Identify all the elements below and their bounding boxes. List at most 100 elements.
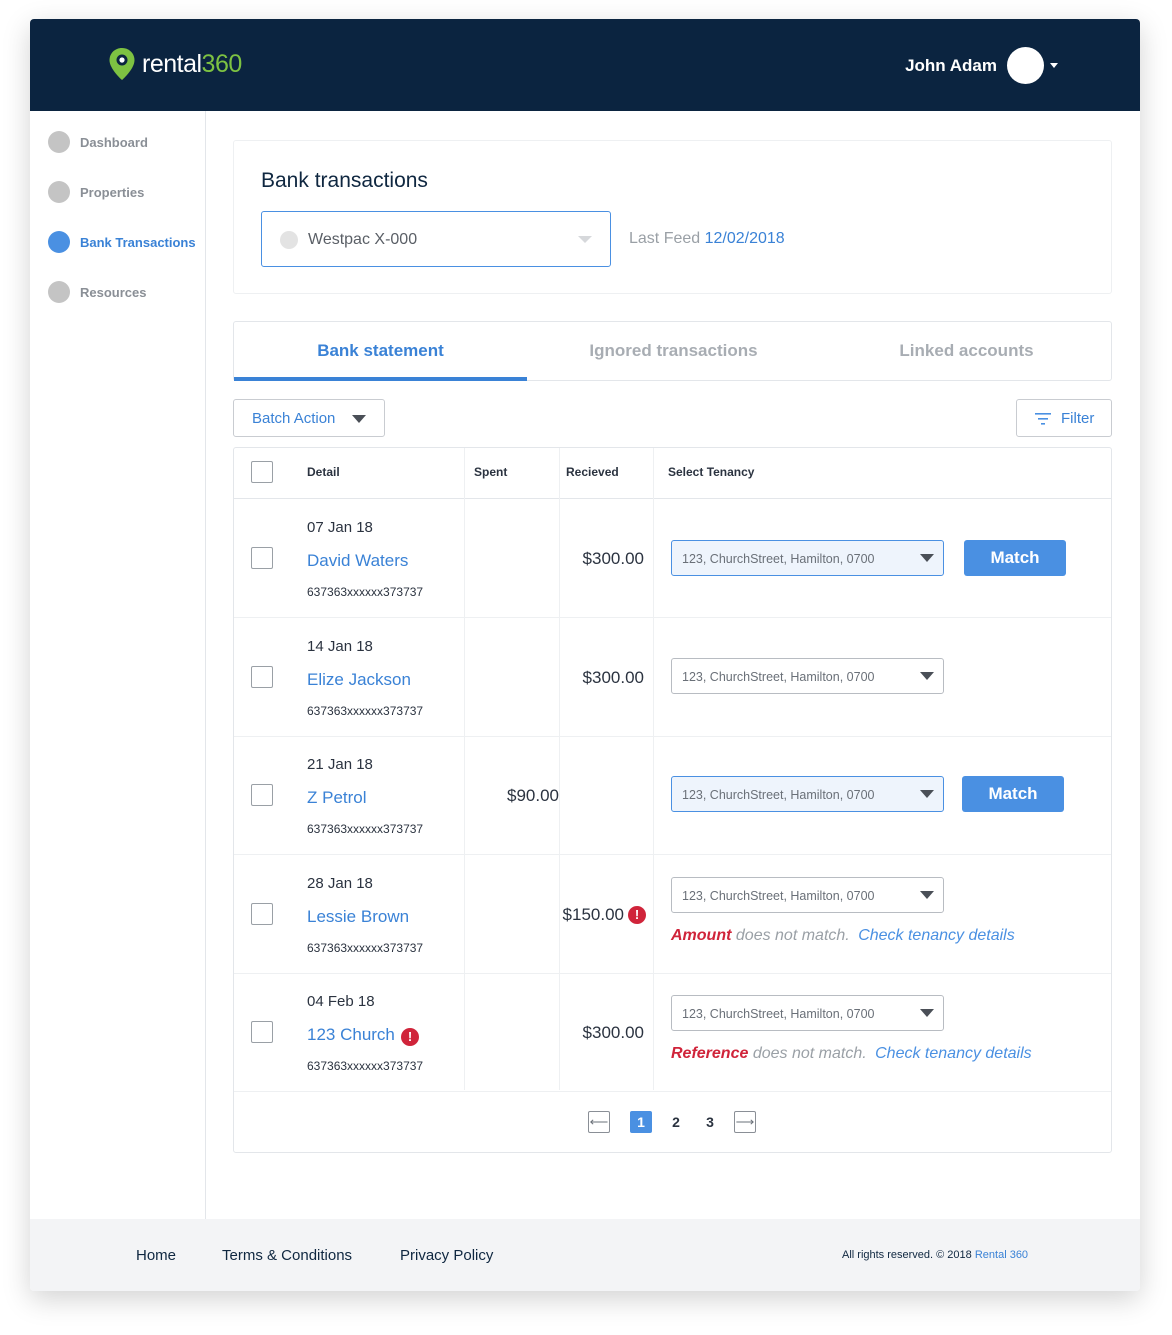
transactions-table: Detail Spent Recieved Select Tenancy 07 … [233,447,1112,1153]
tab-label: Linked accounts [899,341,1034,360]
footer-link-home[interactable]: Home [136,1247,176,1264]
tenancy-select[interactable]: 123, ChurchStreet, Hamilton, 0700 [671,540,944,576]
row-checkbox[interactable] [251,903,273,925]
filter-button[interactable]: Filter [1016,399,1112,437]
bank-transactions-icon [48,231,70,253]
column-header-select-tenancy: Select Tenancy [668,465,755,479]
mismatch-warning: Reference does not match. Check tenancy … [671,1045,1032,1063]
check-tenancy-link[interactable]: Check tenancy details [875,1045,1032,1062]
last-feed-label: Last Feed [629,230,701,247]
sidebar: Dashboard Properties Bank Transactions R… [30,111,206,1219]
received-amount: $300.00 [582,549,644,568]
pagination: ⟵ 1 2 3 ⟶ [234,1105,1111,1135]
caret-down-icon [920,554,934,562]
caret-down-icon [920,1009,934,1017]
payee-link[interactable]: Z Petrol [307,788,367,808]
avatar[interactable] [1007,47,1044,84]
tenancy-select[interactable]: 123, ChurchStreet, Hamilton, 0700 [671,877,944,913]
table-row: 28 Jan 18 Lessie Brown 637363xxxxxx37373… [234,855,1111,974]
resources-icon [48,281,70,303]
caret-down-icon[interactable] [1050,63,1058,68]
copyright: All rights reserved. © 2018 Rental 360 [842,1249,1028,1261]
payee-link[interactable]: 123 Church [307,1025,395,1045]
match-button[interactable]: Match [962,776,1064,812]
footer-link-terms[interactable]: Terms & Conditions [222,1247,352,1264]
sidebar-item-label: Bank Transactions [80,234,196,250]
column-header-received: Recieved [566,465,619,479]
row-checkbox[interactable] [251,784,273,806]
transaction-reference: 637363xxxxxx373737 [307,704,424,718]
top-navbar: rental360 John Adam [30,19,1140,111]
check-tenancy-link[interactable]: Check tenancy details [858,927,1015,944]
table-row: 21 Jan 18 Z Petrol 637363xxxxxx373737 $9… [234,736,1111,855]
sidebar-item-properties[interactable]: Properties [48,181,144,203]
payee-link[interactable]: Elize Jackson [307,670,411,690]
tab-ignored-transactions[interactable]: Ignored transactions [527,322,820,380]
user-menu[interactable]: John Adam [905,47,1058,84]
footer: Home Terms & Conditions Privacy Policy A… [30,1219,1140,1291]
copyright-text: All rights reserved. © 2018 [842,1249,972,1261]
table-row: 14 Jan 18 Elize Jackson 637363xxxxxx3737… [234,618,1111,737]
page-3[interactable]: 3 [699,1111,721,1133]
tab-linked-accounts[interactable]: Linked accounts [820,322,1113,380]
page-title: Bank transactions [261,169,428,192]
tenancy-value: 123, ChurchStreet, Hamilton, 0700 [682,552,875,566]
page-2[interactable]: 2 [665,1111,687,1133]
received-amount: $150.00 [562,905,624,924]
alert-icon: ! [628,906,646,924]
transaction-reference: 637363xxxxxx373737 [307,822,424,836]
footer-link-privacy[interactable]: Privacy Policy [400,1247,493,1264]
received-amount: $300.00 [582,668,644,687]
transaction-reference: 637363xxxxxx373737 [307,941,424,955]
bank-logo-icon [280,231,298,249]
table-row: 07 Jan 18 David Waters 637363xxxxxx37373… [234,499,1111,618]
match-button[interactable]: Match [964,540,1066,576]
caret-down-icon [352,415,366,423]
copyright-brand-link[interactable]: Rental 360 [975,1249,1028,1261]
tenancy-select[interactable]: 123, ChurchStreet, Hamilton, 0700 [671,658,944,694]
row-checkbox[interactable] [251,1021,273,1043]
brand-logo[interactable]: rental360 [108,47,242,81]
dashboard-icon [48,131,70,153]
transaction-date: 21 Jan 18 [307,756,373,773]
filter-label: Filter [1061,410,1095,427]
transaction-date: 07 Jan 18 [307,519,373,536]
page-1[interactable]: 1 [630,1111,652,1133]
column-header-spent: Spent [474,465,508,479]
table-row: 04 Feb 18 123 Church ! 637363xxxxxx37373… [234,973,1111,1092]
transaction-date: 28 Jan 18 [307,875,373,892]
bank-account-value: Westpac X-000 [308,231,418,248]
brand-name: rental360 [142,49,242,78]
tenancy-value: 123, ChurchStreet, Hamilton, 0700 [682,889,875,903]
sidebar-item-resources[interactable]: Resources [48,281,146,303]
arrow-right-icon[interactable]: ⟶ [734,1111,756,1133]
transaction-reference: 637363xxxxxx373737 [307,1059,424,1073]
location-pin-icon [109,48,135,80]
select-all-checkbox[interactable] [251,461,273,483]
app-window: rental360 John Adam Dashboard Properties… [30,19,1140,1291]
sidebar-item-label: Properties [80,184,145,200]
batch-action-label: Batch Action [252,410,336,427]
caret-down-icon [920,790,934,798]
tenancy-value: 123, ChurchStreet, Hamilton, 0700 [682,670,875,684]
sidebar-item-label: Dashboard [80,134,148,150]
row-checkbox[interactable] [251,547,273,569]
warning-text: does not match. [735,927,850,944]
batch-action-dropdown[interactable]: Batch Action [233,399,385,437]
last-feed-date[interactable]: 12/02/2018 [705,230,785,247]
tab-bank-statement[interactable]: Bank statement [234,322,527,381]
chevron-down-icon [578,236,592,243]
row-checkbox[interactable] [251,666,273,688]
sidebar-item-label: Resources [80,284,147,300]
sidebar-item-dashboard[interactable]: Dashboard [48,131,148,153]
tenancy-select[interactable]: 123, ChurchStreet, Hamilton, 0700 [671,995,944,1031]
payee-link[interactable]: David Waters [307,551,408,571]
received-amount: $300.00 [582,1023,644,1042]
tab-bar: Bank statement Ignored transactions Link… [233,321,1112,381]
spent-amount: $90.00 [507,786,559,805]
tenancy-select[interactable]: 123, ChurchStreet, Hamilton, 0700 [671,776,944,812]
arrow-left-icon[interactable]: ⟵ [588,1111,610,1133]
bank-account-select[interactable]: Westpac X-000 [261,211,611,267]
payee-link[interactable]: Lessie Brown [307,907,409,927]
sidebar-item-bank-transactions[interactable]: Bank Transactions [48,231,196,253]
